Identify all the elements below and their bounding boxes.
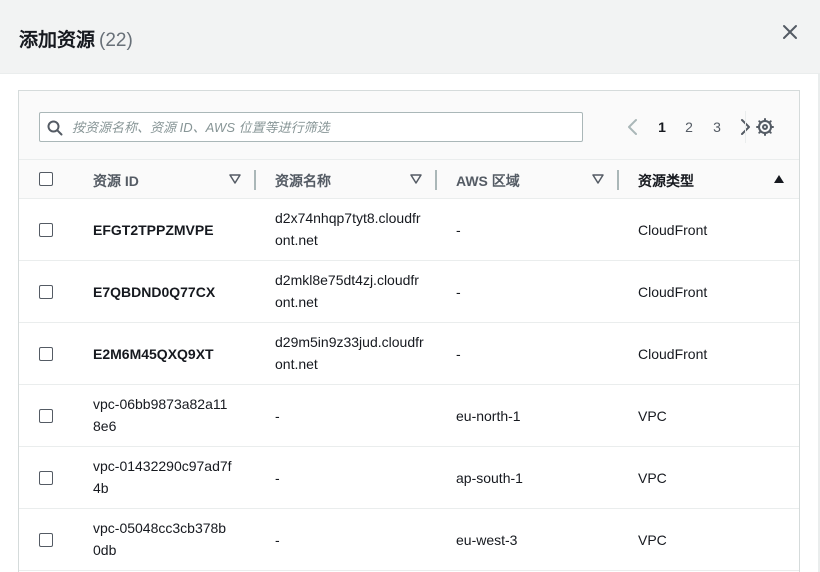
close-icon [783,25,797,39]
aws-region-cell: eu-west-3 [456,532,518,548]
column-resizer[interactable] [617,170,619,190]
close-button[interactable] [778,20,802,44]
resource-type-cell: VPC [638,470,667,486]
resource-name-cell: - [275,408,280,424]
caret-down-icon[interactable] [229,173,241,185]
resource-count: (22) [99,30,133,51]
page-3-button[interactable]: 3 [710,115,724,139]
page-1-button[interactable]: 1 [655,115,669,139]
column-header-aws-region[interactable]: AWS 区域 [456,171,520,191]
row-checkbox[interactable] [39,223,53,237]
resource-type-cell: CloudFront [638,284,708,300]
chevron-left-icon [628,119,637,135]
column-header-resource-name[interactable]: 资源名称 [275,171,331,191]
aws-region-cell: - [456,346,461,362]
aws-region-cell: - [456,284,461,300]
resource-type-cell: VPC [638,532,667,548]
modal-header: 添加资源 (22) [0,0,820,74]
caret-down-icon[interactable] [410,173,422,185]
column-resizer[interactable] [435,170,437,190]
modal-title: 添加资源 (22) [19,25,133,52]
resource-id-cell: E7QBDND0Q77CX [93,284,216,300]
caret-down-icon[interactable] [592,173,604,185]
resources-table-container: 1 2 3 资源 ID [18,90,800,572]
table-row[interactable]: vpc-06bb9873a82a118e6 - eu-north-1 VPC [19,385,799,447]
resource-id-cell: vpc-06bb9873a82a118e6 [93,396,228,434]
add-resources-modal: 添加资源(22) 1 [0,0,820,572]
resource-name-cell: d2x74nhqp7tyt8.cloudfront.net [275,210,421,248]
resource-id-cell: EFGT2TPPZMVPE [93,222,214,238]
row-checkbox[interactable] [39,471,53,485]
table-header: 资源 ID 资源名称 AWS 区域 资源类型 [19,159,799,199]
search-field[interactable] [39,112,583,142]
select-all-checkbox[interactable] [39,172,53,186]
caret-up-icon[interactable] [773,173,785,185]
table-row[interactable]: vpc-05048cc3cb378b0db - eu-west-3 VPC [19,509,799,571]
resource-id-cell: E2M6M45QXQ9XT [93,346,214,362]
row-checkbox[interactable] [39,347,53,361]
aws-region-cell: eu-north-1 [456,408,521,424]
column-header-resource-id[interactable]: 资源 ID [93,171,139,191]
toolbar-divider [745,111,746,143]
column-header-resource-type[interactable]: 资源类型 [638,171,694,191]
aws-region-cell: - [456,222,461,238]
table-row[interactable]: E2M6M45QXQ9XT d29m5in9z33jud.cloudfront.… [19,323,799,385]
resource-name-cell: - [275,470,280,486]
resource-id-cell: vpc-01432290c97ad7f4b [93,458,232,496]
resource-name-cell: d2mkl8e75dt4zj.cloudfront.net [275,272,419,310]
search-icon [47,120,63,136]
preferences-button[interactable] [756,118,774,136]
column-resizer[interactable] [254,170,256,190]
previous-page-button[interactable] [623,115,643,139]
search-input[interactable] [72,113,572,141]
table-row[interactable]: EFGT2TPPZMVPE d2x74nhqp7tyt8.cloudfront.… [19,199,799,261]
row-checkbox[interactable] [39,285,53,299]
gear-icon [756,118,774,136]
modal-title-text: 添加资源 [19,30,96,51]
aws-region-cell: ap-south-1 [456,470,523,486]
resource-id-cell: vpc-05048cc3cb378b0db [93,520,227,558]
table-row[interactable]: vpc-01432290c97ad7f4b - ap-south-1 VPC [19,447,799,509]
resource-type-cell: CloudFront [638,222,708,238]
table-toolbar: 1 2 3 [19,91,799,159]
resource-name-cell: d29m5in9z33jud.cloudfront.net [275,334,424,372]
resource-type-cell: CloudFront [638,346,708,362]
row-checkbox[interactable] [39,409,53,423]
resource-type-cell: VPC [638,408,667,424]
table-row[interactable]: E7QBDND0Q77CX d2mkl8e75dt4zj.cloudfront.… [19,261,799,323]
row-checkbox[interactable] [39,533,53,547]
resource-name-cell: - [275,532,280,548]
page-2-button[interactable]: 2 [682,115,696,139]
